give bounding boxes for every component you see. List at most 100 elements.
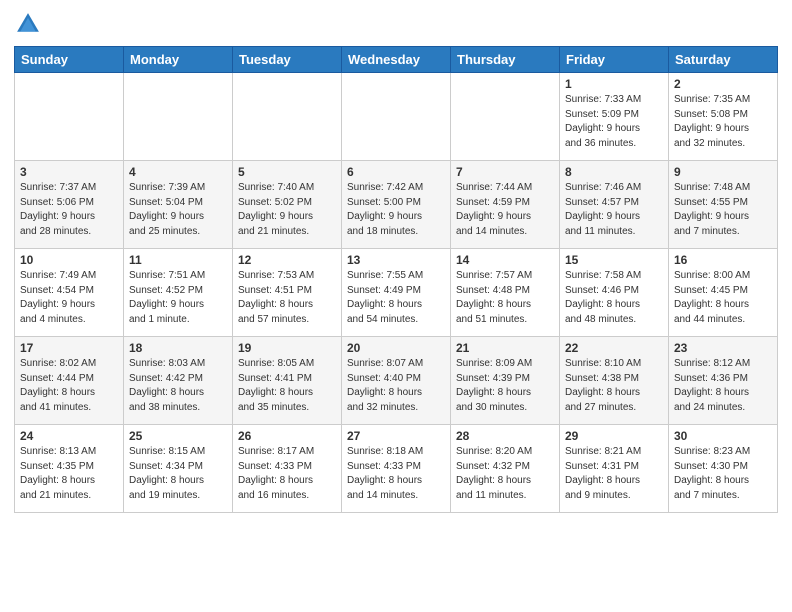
day-number: 14 xyxy=(456,253,554,267)
day-number: 27 xyxy=(347,429,445,443)
calendar-cell: 25Sunrise: 8:15 AM Sunset: 4:34 PM Dayli… xyxy=(124,425,233,513)
day-number: 3 xyxy=(20,165,118,179)
day-info: Sunrise: 8:21 AM Sunset: 4:31 PM Dayligh… xyxy=(565,445,663,503)
calendar-cell: 30 Sunrise: 8:23 AM Sunset: 4:30 PM Dayli… xyxy=(669,425,778,513)
calendar-cell: 18 Sunrise: 8:03 AM Sunset: 4:42 PM Dayli… xyxy=(124,337,233,425)
day-number: 11 xyxy=(129,253,227,267)
logo xyxy=(14,10,44,38)
day-info: Sunrise: 8:07 AM Sunset: 4:40 PM Dayligh… xyxy=(347,357,445,415)
day-info: Sunrise: 8:09 AM Sunset: 4:39 PM Dayligh… xyxy=(456,357,554,415)
day-info: Sunrise: 7:42 AM Sunset: 5:00 PM Dayligh… xyxy=(347,181,445,239)
weekday-header: Monday xyxy=(124,47,233,73)
calendar-cell: 22 Sunrise: 8:10 AM Sunset: 4:38 PM Dayli… xyxy=(560,337,669,425)
day-number: 18 xyxy=(129,341,227,355)
day-number: 15 xyxy=(565,253,663,267)
calendar-week-row: 3 Sunrise: 7:37 AM Sunset: 5:06 PM Daylig… xyxy=(15,161,778,249)
day-number: 4 xyxy=(129,165,227,179)
day-info: Sunrise: 8:23 AM Sunset: 4:30 PM Dayligh… xyxy=(674,445,772,503)
calendar-cell: 9 Sunrise: 7:48 AM Sunset: 4:55 PM Daylig… xyxy=(669,161,778,249)
day-number: 23 xyxy=(674,341,772,355)
day-number: 16 xyxy=(674,253,772,267)
day-info: Sunrise: 7:35 AM Sunset: 5:08 PM Dayligh… xyxy=(674,93,772,151)
day-number: 21 xyxy=(456,341,554,355)
calendar-cell: 10Sunrise: 7:49 AM Sunset: 4:54 PM Dayli… xyxy=(15,249,124,337)
day-info: Sunrise: 8:17 AM Sunset: 4:33 PM Dayligh… xyxy=(238,445,336,503)
day-info: Sunrise: 7:57 AM Sunset: 4:48 PM Dayligh… xyxy=(456,269,554,327)
calendar-cell: 7 Sunrise: 7:44 AM Sunset: 4:59 PM Daylig… xyxy=(451,161,560,249)
day-number: 19 xyxy=(238,341,336,355)
calendar-cell: 12 Sunrise: 7:53 AM Sunset: 4:51 PM Dayli… xyxy=(233,249,342,337)
day-number: 13 xyxy=(347,253,445,267)
calendar-cell: 20 Sunrise: 8:07 AM Sunset: 4:40 PM Dayli… xyxy=(342,337,451,425)
calendar-cell: 24Sunrise: 8:13 AM Sunset: 4:35 PM Dayli… xyxy=(15,425,124,513)
calendar-week-row: 1 Sunrise: 7:33 AM Sunset: 5:09 PM Daylig… xyxy=(15,73,778,161)
calendar-cell: 13 Sunrise: 7:55 AM Sunset: 4:49 PM Dayli… xyxy=(342,249,451,337)
day-number: 17 xyxy=(20,341,118,355)
day-info: Sunrise: 8:05 AM Sunset: 4:41 PM Dayligh… xyxy=(238,357,336,415)
day-number: 1 xyxy=(565,77,663,91)
calendar-cell: 16Sunrise: 8:00 AM Sunset: 4:45 PM Dayli… xyxy=(669,249,778,337)
day-number: 8 xyxy=(565,165,663,179)
day-info: Sunrise: 7:49 AM Sunset: 4:54 PM Dayligh… xyxy=(20,269,118,327)
calendar-cell: 15 Sunrise: 7:58 AM Sunset: 4:46 PM Dayli… xyxy=(560,249,669,337)
day-info: Sunrise: 8:02 AM Sunset: 4:44 PM Dayligh… xyxy=(20,357,118,415)
day-number: 30 xyxy=(674,429,772,443)
calendar-cell xyxy=(15,73,124,161)
calendar-cell: 29 Sunrise: 8:21 AM Sunset: 4:31 PM Dayli… xyxy=(560,425,669,513)
logo-icon xyxy=(14,10,42,38)
day-info: Sunrise: 7:39 AM Sunset: 5:04 PM Dayligh… xyxy=(129,181,227,239)
day-number: 29 xyxy=(565,429,663,443)
day-number: 7 xyxy=(456,165,554,179)
day-info: Sunrise: 7:44 AM Sunset: 4:59 PM Dayligh… xyxy=(456,181,554,239)
calendar-week-row: 24Sunrise: 8:13 AM Sunset: 4:35 PM Dayli… xyxy=(15,425,778,513)
day-number: 5 xyxy=(238,165,336,179)
calendar-cell: 5 Sunrise: 7:40 AM Sunset: 5:02 PM Daylig… xyxy=(233,161,342,249)
calendar-cell: 11 Sunrise: 7:51 AM Sunset: 4:52 PM Dayli… xyxy=(124,249,233,337)
day-info: Sunrise: 7:53 AM Sunset: 4:51 PM Dayligh… xyxy=(238,269,336,327)
calendar-cell: 14 Sunrise: 7:57 AM Sunset: 4:48 PM Dayli… xyxy=(451,249,560,337)
calendar-week-row: 17 Sunrise: 8:02 AM Sunset: 4:44 PM Dayli… xyxy=(15,337,778,425)
day-info: Sunrise: 8:18 AM Sunset: 4:33 PM Dayligh… xyxy=(347,445,445,503)
calendar-cell: 28 Sunrise: 8:20 AM Sunset: 4:32 PM Dayli… xyxy=(451,425,560,513)
weekday-header: Sunday xyxy=(15,47,124,73)
calendar-cell: 1 Sunrise: 7:33 AM Sunset: 5:09 PM Daylig… xyxy=(560,73,669,161)
day-number: 6 xyxy=(347,165,445,179)
day-number: 28 xyxy=(456,429,554,443)
day-number: 12 xyxy=(238,253,336,267)
calendar-cell xyxy=(342,73,451,161)
day-number: 25 xyxy=(129,429,227,443)
calendar-cell: 23 Sunrise: 8:12 AM Sunset: 4:36 PM Dayli… xyxy=(669,337,778,425)
calendar-cell: 4 Sunrise: 7:39 AM Sunset: 5:04 PM Daylig… xyxy=(124,161,233,249)
calendar-cell: 3 Sunrise: 7:37 AM Sunset: 5:06 PM Daylig… xyxy=(15,161,124,249)
day-info: Sunrise: 7:51 AM Sunset: 4:52 PM Dayligh… xyxy=(129,269,227,327)
weekday-header: Wednesday xyxy=(342,47,451,73)
day-info: Sunrise: 7:55 AM Sunset: 4:49 PM Dayligh… xyxy=(347,269,445,327)
day-info: Sunrise: 8:03 AM Sunset: 4:42 PM Dayligh… xyxy=(129,357,227,415)
day-info: Sunrise: 7:33 AM Sunset: 5:09 PM Dayligh… xyxy=(565,93,663,151)
weekday-header: Friday xyxy=(560,47,669,73)
day-info: Sunrise: 8:12 AM Sunset: 4:36 PM Dayligh… xyxy=(674,357,772,415)
weekday-header: Thursday xyxy=(451,47,560,73)
weekday-header: Saturday xyxy=(669,47,778,73)
day-number: 22 xyxy=(565,341,663,355)
calendar-cell: 21 Sunrise: 8:09 AM Sunset: 4:39 PM Dayli… xyxy=(451,337,560,425)
day-info: Sunrise: 8:10 AM Sunset: 4:38 PM Dayligh… xyxy=(565,357,663,415)
calendar-week-row: 10Sunrise: 7:49 AM Sunset: 4:54 PM Dayli… xyxy=(15,249,778,337)
calendar-cell: 8 Sunrise: 7:46 AM Sunset: 4:57 PM Daylig… xyxy=(560,161,669,249)
day-number: 20 xyxy=(347,341,445,355)
day-info: Sunrise: 7:46 AM Sunset: 4:57 PM Dayligh… xyxy=(565,181,663,239)
calendar-cell: 19 Sunrise: 8:05 AM Sunset: 4:41 PM Dayli… xyxy=(233,337,342,425)
day-info: Sunrise: 7:48 AM Sunset: 4:55 PM Dayligh… xyxy=(674,181,772,239)
calendar-cell: 2Sunrise: 7:35 AM Sunset: 5:08 PM Daylig… xyxy=(669,73,778,161)
day-info: Sunrise: 8:20 AM Sunset: 4:32 PM Dayligh… xyxy=(456,445,554,503)
day-info: Sunrise: 7:58 AM Sunset: 4:46 PM Dayligh… xyxy=(565,269,663,327)
calendar: SundayMondayTuesdayWednesdayThursdayFrid… xyxy=(14,46,778,513)
day-info: Sunrise: 8:13 AM Sunset: 4:35 PM Dayligh… xyxy=(20,445,118,503)
day-number: 9 xyxy=(674,165,772,179)
day-info: Sunrise: 7:40 AM Sunset: 5:02 PM Dayligh… xyxy=(238,181,336,239)
calendar-cell xyxy=(451,73,560,161)
weekday-header: Tuesday xyxy=(233,47,342,73)
day-info: Sunrise: 7:37 AM Sunset: 5:06 PM Dayligh… xyxy=(20,181,118,239)
calendar-cell: 27 Sunrise: 8:18 AM Sunset: 4:33 PM Dayli… xyxy=(342,425,451,513)
calendar-cell: 17 Sunrise: 8:02 AM Sunset: 4:44 PM Dayli… xyxy=(15,337,124,425)
